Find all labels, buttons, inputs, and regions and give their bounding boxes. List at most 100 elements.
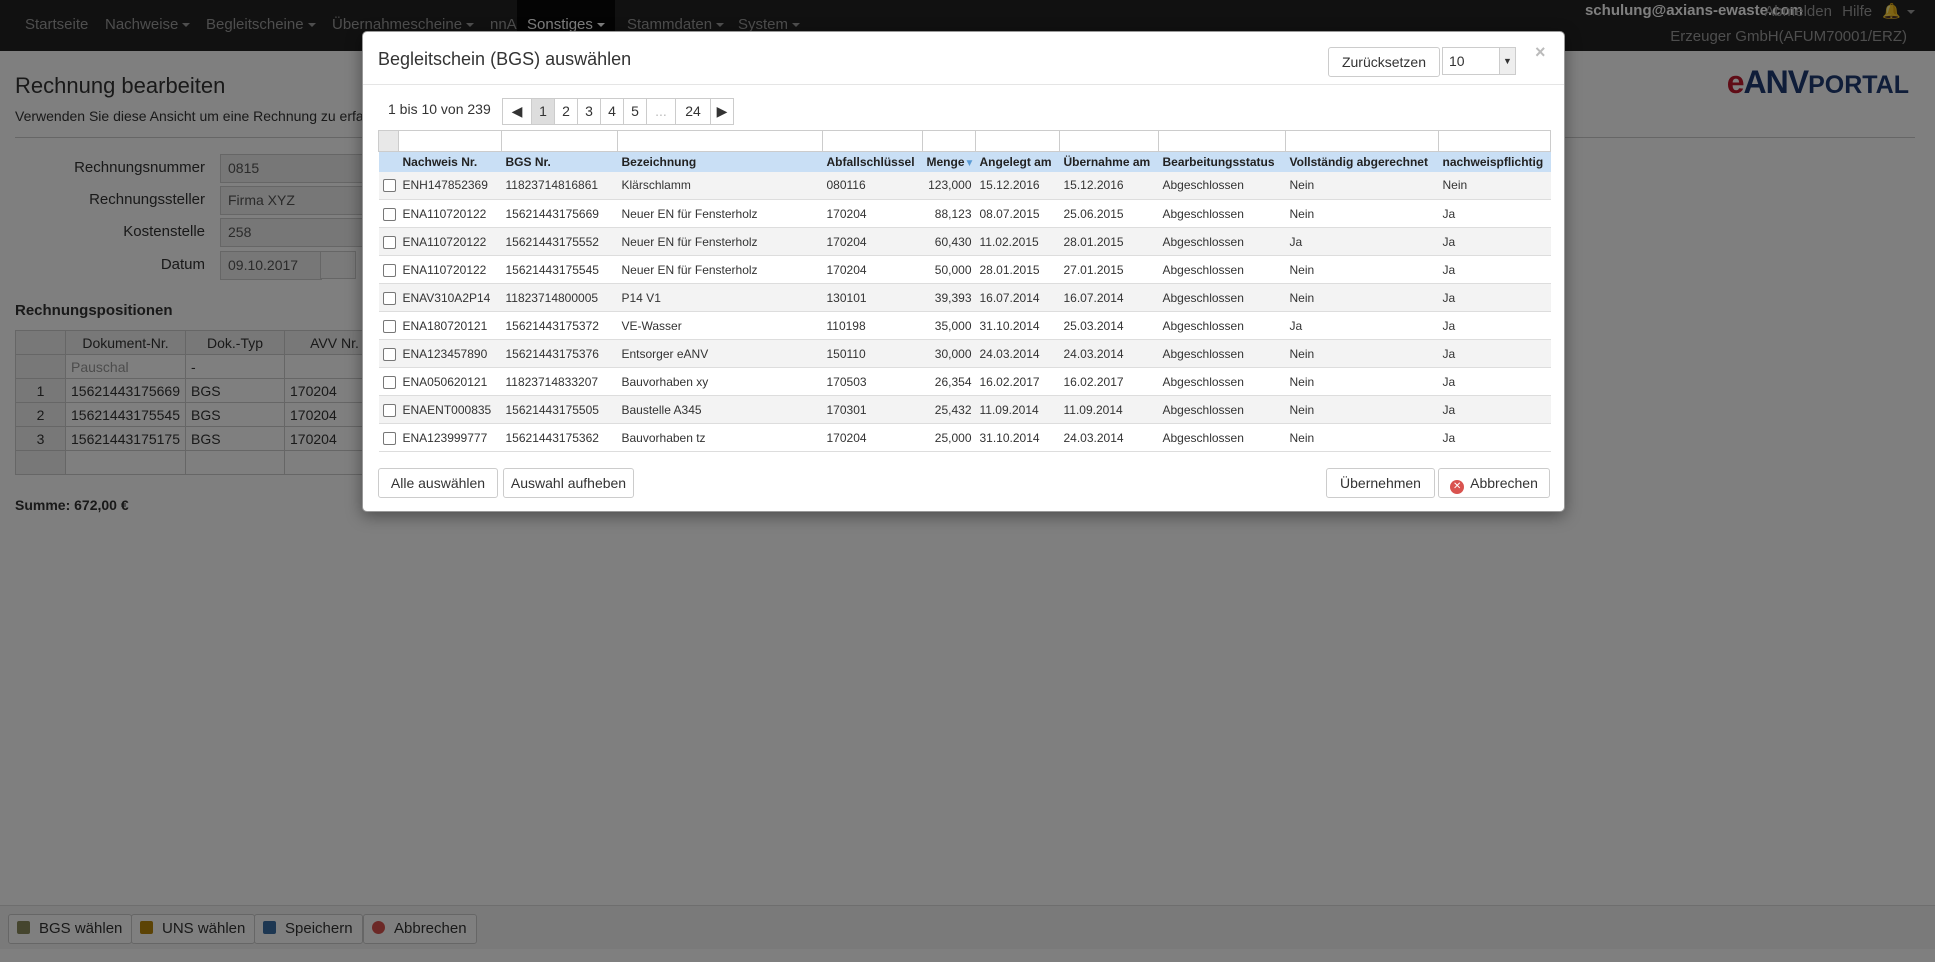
table-cell: 35,000 [922, 311, 976, 340]
table-cell: 08.07.2015 [975, 199, 1060, 228]
table-cell: Abgeschlossen [1158, 283, 1286, 312]
column-header[interactable]: Bearbeitungsstatus [1158, 151, 1286, 172]
table-cell: Nein [1285, 339, 1439, 368]
table-cell: ENAENT000835 [398, 395, 502, 424]
table-cell: 26,354 [922, 367, 976, 396]
table-cell: Klärschlamm [617, 171, 823, 200]
row-checkbox[interactable] [382, 291, 396, 305]
column-header[interactable]: Bezeichnung [617, 151, 823, 172]
row-select-cell [378, 423, 399, 452]
row-checkbox[interactable] [382, 431, 396, 445]
table-cell: Ja [1438, 367, 1551, 396]
column-header[interactable]: Abfallschlüssel [822, 151, 923, 172]
table-cell: Ja [1438, 227, 1551, 256]
column-filter[interactable] [822, 130, 923, 152]
apply-button[interactable]: Übernehmen [1326, 468, 1435, 498]
column-filter[interactable] [617, 130, 823, 152]
table-cell: 15621443175545 [501, 255, 618, 284]
select-all-button[interactable]: Alle auswählen [378, 468, 498, 498]
table-cell: 15.12.2016 [1059, 171, 1159, 200]
table-cell: Abgeschlossen [1158, 171, 1286, 200]
column-header[interactable]: Übernahme am [1059, 151, 1159, 172]
page-button[interactable]: 2 [554, 98, 578, 125]
column-filter[interactable] [1438, 130, 1551, 152]
row-checkbox[interactable] [382, 235, 396, 249]
table-cell: 15621443175362 [501, 423, 618, 452]
page-button[interactable]: 4 [600, 98, 624, 125]
cancel-icon: ✕ [1450, 480, 1465, 494]
table-row[interactable]: ENA110720122 15621443175552 Neuer EN für F… [378, 227, 1551, 256]
table-cell: 15.12.2016 [975, 171, 1060, 200]
table-row[interactable]: ENA110720122 15621443175669 Neuer EN für F… [378, 199, 1551, 228]
dialog-cancel-button[interactable]: ✕ Abbrechen [1438, 468, 1550, 498]
column-header[interactable]: Nachweis Nr. [398, 151, 502, 172]
table-row[interactable]: ENA180720121 15621443175372 VE-Wasser 11019… [378, 311, 1551, 340]
table-cell: 170301 [822, 395, 923, 424]
table-cell: Neuer EN für Fensterholz [617, 199, 823, 228]
table-cell: Ja [1438, 311, 1551, 340]
table-row[interactable]: ENA123999777 15621443175362 Bauvorhaben tz… [378, 423, 1551, 452]
table-cell: Neuer EN für Fensterholz [617, 227, 823, 256]
row-select-cell [378, 395, 399, 424]
bgs-select-dialog: Begleitschein (BGS) auswählen Zurücksetz… [362, 31, 1565, 512]
page-button[interactable]: ◀ [502, 98, 532, 125]
row-select-cell [378, 283, 399, 312]
table-cell: 24.03.2014 [975, 339, 1060, 368]
table-cell: 28.01.2015 [1059, 227, 1159, 256]
column-filter[interactable] [1158, 130, 1286, 152]
page-button[interactable]: ▶ [710, 98, 734, 125]
table-row[interactable]: ENH147852369 11823714816861 Klärschlamm 080… [378, 171, 1551, 200]
column-filter[interactable] [1285, 130, 1439, 152]
table-cell: Ja [1438, 255, 1551, 284]
column-header[interactable]: Vollständig abgerechnet [1285, 151, 1439, 172]
reset-button[interactable]: Zurücksetzen [1328, 47, 1440, 77]
page-button[interactable]: 3 [577, 98, 601, 125]
table-cell: 110198 [822, 311, 923, 340]
table-cell: ENA110720122 [398, 199, 502, 228]
row-checkbox[interactable] [382, 263, 396, 277]
table-cell: 50,000 [922, 255, 976, 284]
table-row[interactable]: ENAV310A2P14 11823714800005 P14 V1 130101 39… [378, 283, 1551, 312]
table-row[interactable]: ENA050620121 11823714833207 Bauvorhaben xy… [378, 367, 1551, 396]
deselect-all-button[interactable]: Auswahl aufheben [503, 468, 634, 498]
table-cell: 31.10.2014 [975, 311, 1060, 340]
page-button[interactable]: 1 [531, 98, 555, 125]
row-select-cell [378, 367, 399, 396]
table-row[interactable]: ENAENT000835 15621443175505 Baustelle A345… [378, 395, 1551, 424]
column-filter[interactable] [975, 130, 1060, 152]
table-cell: 11823714833207 [501, 367, 618, 396]
table-cell: ENA050620121 [398, 367, 502, 396]
page-size-select[interactable]: 10 ▼ [1442, 47, 1516, 75]
column-filter[interactable] [1059, 130, 1159, 152]
column-filter[interactable] [922, 130, 976, 152]
table-cell: Nein [1285, 423, 1439, 452]
column-header[interactable]: Angelegt am [975, 151, 1060, 172]
table-cell: Nein [1285, 395, 1439, 424]
page-button[interactable]: 5 [623, 98, 647, 125]
table-cell: ENAV310A2P14 [398, 283, 502, 312]
page-button[interactable]: ... [646, 98, 676, 125]
table-row[interactable]: ENA123457890 15621443175376 Entsorger eANV… [378, 339, 1551, 368]
table-cell: Nein [1285, 255, 1439, 284]
table-cell: 27.01.2015 [1059, 255, 1159, 284]
column-header[interactable]: BGS Nr. [501, 151, 618, 172]
column-header[interactable]: nachweispflichtig [1438, 151, 1551, 172]
table-cell: Abgeschlossen [1158, 199, 1286, 228]
table-cell: 170204 [822, 423, 923, 452]
page-button[interactable]: 24 [675, 98, 711, 125]
column-header[interactable]: Menge▼ [922, 151, 976, 172]
table-row[interactable]: ENA110720122 15621443175545 Neuer EN für F… [378, 255, 1551, 284]
table-header: Nachweis Nr. BGS Nr. Bezeichnung Abfallschl… [378, 151, 1551, 172]
column-filter[interactable] [398, 130, 502, 152]
row-checkbox[interactable] [382, 375, 396, 389]
close-icon[interactable]: × [1535, 42, 1546, 63]
row-checkbox[interactable] [382, 319, 396, 333]
row-checkbox[interactable] [382, 403, 396, 417]
column-filter[interactable] [501, 130, 618, 152]
row-select-cell [378, 339, 399, 368]
row-checkbox[interactable] [382, 179, 396, 193]
row-checkbox[interactable] [382, 207, 396, 221]
table-cell: 16.02.2017 [1059, 367, 1159, 396]
table-cell: Nein [1285, 171, 1439, 200]
row-checkbox[interactable] [382, 347, 396, 361]
